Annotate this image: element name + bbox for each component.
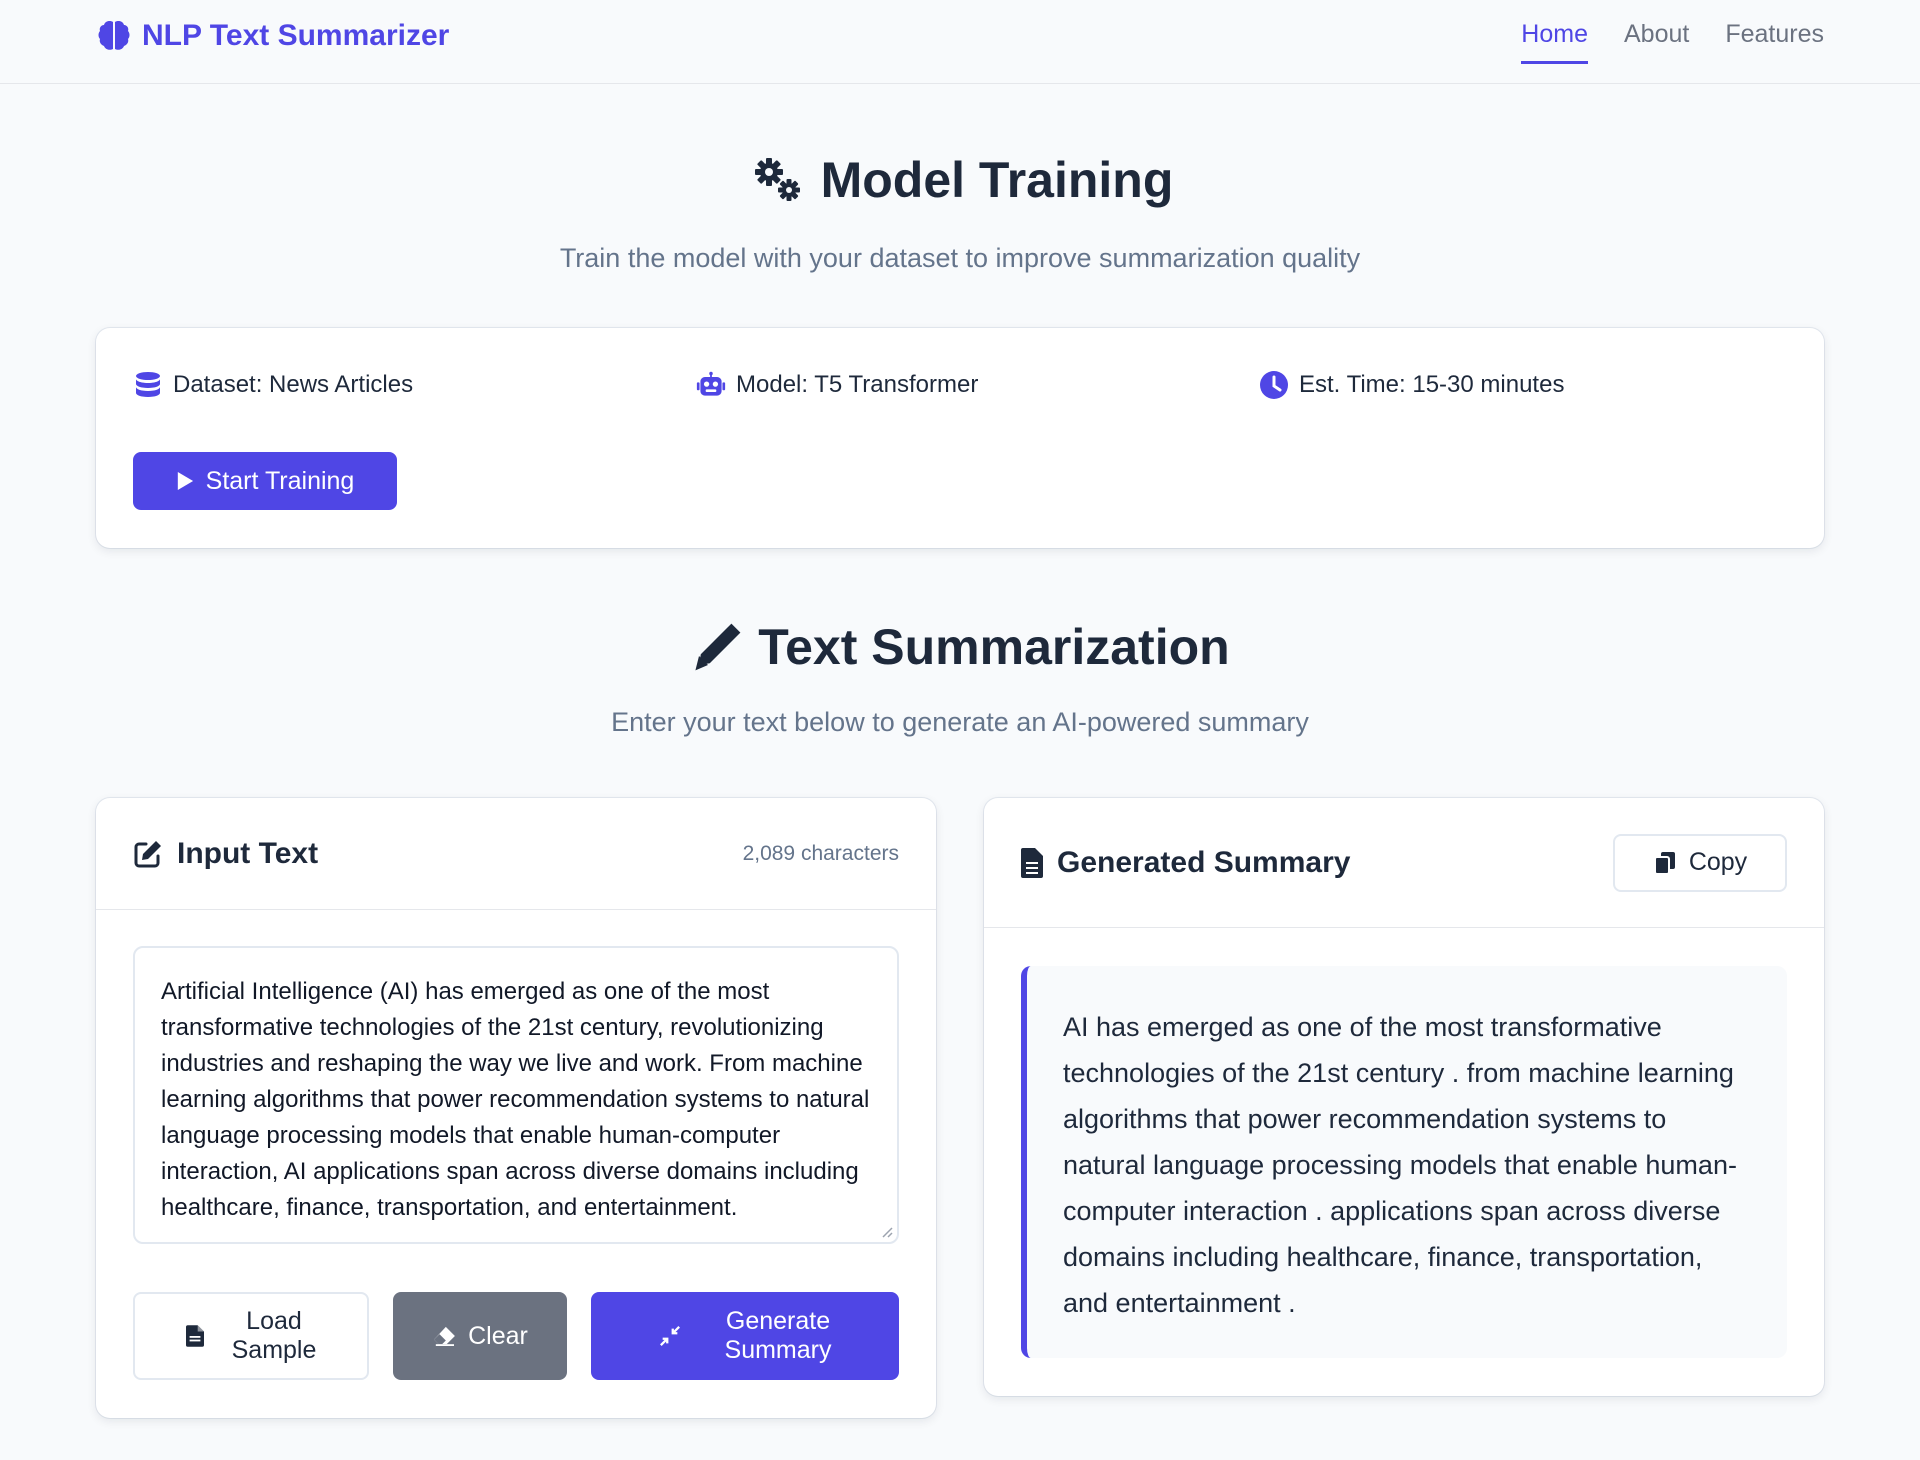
- summary-output: AI has emerged as one of the most transf…: [1021, 966, 1787, 1358]
- summary-panel-header: Generated Summary Copy: [984, 798, 1824, 928]
- training-card: Dataset: News Articles Model: T5 Transfo…: [96, 328, 1824, 548]
- dataset-label: Dataset: News Articles: [173, 371, 414, 398]
- navbar: NLP Text Summarizer Home About Features: [0, 0, 1920, 84]
- copy-button[interactable]: Copy: [1613, 833, 1787, 892]
- copy-icon: [1653, 851, 1675, 875]
- training-title: Model Training: [747, 150, 1174, 210]
- document-icon: [1021, 847, 1043, 878]
- summarization-subtitle: Enter your text below to generate an AI-…: [611, 707, 1309, 737]
- input-panel: Input Text 2,089 characters Artificial I…: [96, 798, 936, 1418]
- summarization-title-text: Text Summarization: [758, 619, 1230, 675]
- clear-label: Clear: [468, 1321, 528, 1350]
- eraser-icon: [434, 1326, 456, 1346]
- generate-summary-label: Generate Summary: [724, 1307, 832, 1364]
- nav-about[interactable]: About: [1624, 20, 1689, 64]
- clock-icon: [1260, 371, 1288, 399]
- input-actions: Load Sample Clear Generate Summary: [133, 1292, 899, 1380]
- nav-home[interactable]: Home: [1521, 20, 1588, 64]
- summary-title-text: Generated Summary: [1057, 845, 1351, 879]
- database-icon: [136, 372, 160, 397]
- time-label: Est. Time: 15-30 minutes: [1299, 371, 1565, 398]
- model-info: Model: T5 Transformer: [696, 370, 978, 400]
- summary-panel: Generated Summary Copy AI has emerged as…: [984, 798, 1824, 1396]
- character-count: 2,089 characters: [742, 841, 899, 865]
- training-header: Model Training Train the model with your…: [96, 150, 1824, 274]
- brain-icon: [98, 21, 130, 50]
- file-icon: [185, 1325, 204, 1347]
- training-title-text: Model Training: [820, 152, 1174, 208]
- input-panel-header: Input Text 2,089 characters: [96, 798, 936, 910]
- pen-icon: [695, 623, 741, 671]
- gears-icon: [754, 158, 800, 201]
- training-subtitle: Train the model with your dataset to imp…: [559, 243, 1361, 273]
- start-training-label: Start Training: [205, 466, 355, 495]
- dataset-info: Dataset: News Articles: [133, 370, 413, 400]
- copy-label: Copy: [1688, 848, 1748, 876]
- input-panel-title: Input Text: [133, 837, 318, 871]
- nav-features[interactable]: Features: [1725, 20, 1824, 64]
- model-label: Model: T5 Transformer: [736, 371, 979, 398]
- robot-icon: [696, 371, 726, 396]
- summarization-title: Text Summarization: [690, 618, 1230, 676]
- summary-panel-title: Generated Summary: [1021, 846, 1350, 880]
- input-text-content: Artificial Intelligence (AI) has emerged…: [161, 978, 877, 1221]
- input-title-text: Input Text: [177, 836, 319, 870]
- time-info: Est. Time: 15-30 minutes: [1259, 370, 1564, 400]
- start-training-button[interactable]: Start Training: [133, 452, 397, 510]
- generate-summary-button[interactable]: Generate Summary: [591, 1292, 899, 1380]
- clear-button[interactable]: Clear: [393, 1292, 567, 1380]
- play-icon: [177, 472, 193, 490]
- load-sample-button[interactable]: Load Sample: [133, 1292, 369, 1380]
- nav-links: Home About Features: [1521, 20, 1824, 64]
- resize-handle-icon[interactable]: [879, 1224, 893, 1238]
- input-textarea[interactable]: Artificial Intelligence (AI) has emerged…: [133, 946, 899, 1244]
- brand[interactable]: NLP Text Summarizer: [96, 18, 449, 54]
- edit-icon: [134, 840, 161, 867]
- compress-icon: [659, 1326, 680, 1346]
- summarization-header: Text Summarization Enter your text below…: [96, 618, 1824, 738]
- load-sample-label: Load Sample: [231, 1307, 317, 1364]
- brand-name: NLP Text Summarizer: [142, 19, 450, 52]
